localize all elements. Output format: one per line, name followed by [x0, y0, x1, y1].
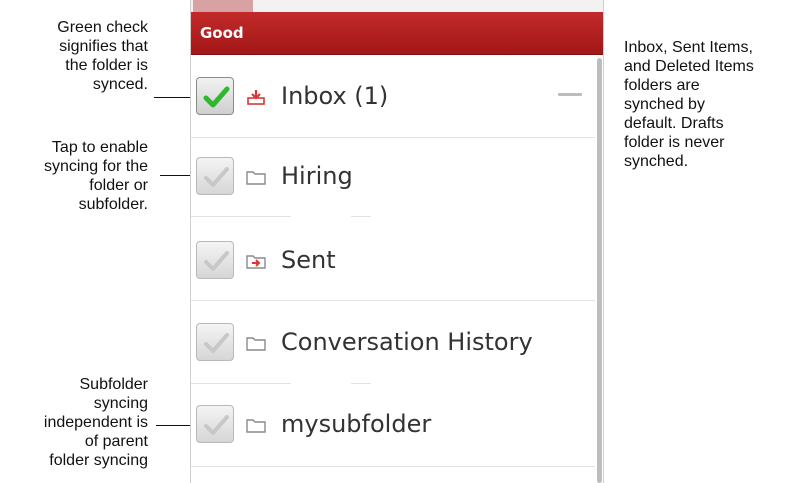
- callout-line-text: folder is never: [624, 134, 725, 151]
- row-divider: [191, 216, 595, 217]
- callout-subfolder-independent: Subfolder syncing independent is of pare…: [10, 375, 148, 470]
- callout-line-text: Tap to enable: [51, 139, 148, 156]
- callout-line-text: default. Drafts: [624, 115, 724, 132]
- folder-icon: [246, 419, 266, 433]
- callout-line-text: Subfolder: [79, 376, 149, 393]
- app-title: Good: [200, 24, 244, 42]
- folder-icon: [246, 171, 266, 185]
- sync-checkbox-unchecked[interactable]: [196, 323, 234, 361]
- callout-line-text: folder syncing: [49, 452, 148, 469]
- callout-line-text: of parent: [84, 433, 148, 450]
- folder-icon: [246, 337, 266, 351]
- callout-default-sync: Inbox, Sent Items, and Deleted Items fol…: [624, 38, 800, 171]
- callout-line-text: syncing for the: [43, 158, 148, 175]
- callout-line-text: subfolder.: [78, 196, 148, 213]
- callout-synced-check: Green check signifies that the folder is…: [20, 18, 148, 94]
- app-title-bar: Good: [191, 12, 603, 55]
- callout-line-text: syncing: [93, 395, 148, 412]
- row-divider: [191, 466, 595, 467]
- gray-check-icon: [204, 251, 229, 271]
- callout-line-text: Inbox, Sent Items,: [624, 39, 753, 56]
- folder-row-sent[interactable]: Sent: [191, 220, 595, 302]
- phone-screen: Good Inbox (1) Hiring Sent Conversation …: [190, 0, 604, 483]
- folder-row-hiring[interactable]: Hiring: [191, 136, 595, 218]
- callout-line-text: Green check: [57, 19, 148, 36]
- gray-check-icon: [204, 415, 229, 435]
- sent-folder-icon: [246, 255, 266, 269]
- gray-check-icon: [204, 333, 229, 353]
- sync-checkbox-unchecked[interactable]: [196, 241, 234, 279]
- callout-line-text: folders are: [624, 77, 700, 94]
- callout-line-text: signifies that: [59, 38, 148, 55]
- callout-tap-enable: Tap to enable syncing for the folder or …: [10, 138, 148, 214]
- inbox-download-icon: [247, 90, 265, 105]
- callout-line-text: synched.: [624, 153, 689, 170]
- folder-label: Hiring: [281, 162, 353, 190]
- folder-row-mysubfolder[interactable]: mysubfolder: [191, 384, 595, 466]
- sync-checkbox-unchecked[interactable]: [196, 157, 234, 195]
- folder-label: mysubfolder: [281, 410, 432, 438]
- folder-row-conversation-history[interactable]: Conversation History: [191, 302, 595, 384]
- callout-line-text: the folder is: [65, 57, 148, 74]
- callout-line-text: and Deleted Items: [624, 58, 754, 75]
- sync-checkbox-checked[interactable]: [196, 77, 234, 115]
- callout-line-text: synced.: [92, 76, 148, 93]
- folder-label: Sent: [281, 246, 336, 274]
- callout-line-text: synched by: [624, 96, 705, 113]
- folder-row-inbox[interactable]: Inbox (1): [191, 56, 595, 138]
- folder-label: Conversation History: [281, 328, 533, 356]
- sync-checkbox-unchecked[interactable]: [196, 405, 234, 443]
- status-bar: [191, 0, 603, 12]
- folder-label: Inbox (1): [281, 82, 389, 110]
- scrollbar[interactable]: [597, 58, 602, 483]
- callout-line-text: folder or: [89, 177, 148, 194]
- green-check-icon: [203, 86, 230, 108]
- collapse-icon[interactable]: [558, 93, 582, 96]
- row-divider: [191, 300, 595, 301]
- status-bar-accent: [193, 0, 253, 12]
- callout-line-text: independent is: [43, 414, 148, 431]
- gray-check-icon: [204, 167, 229, 187]
